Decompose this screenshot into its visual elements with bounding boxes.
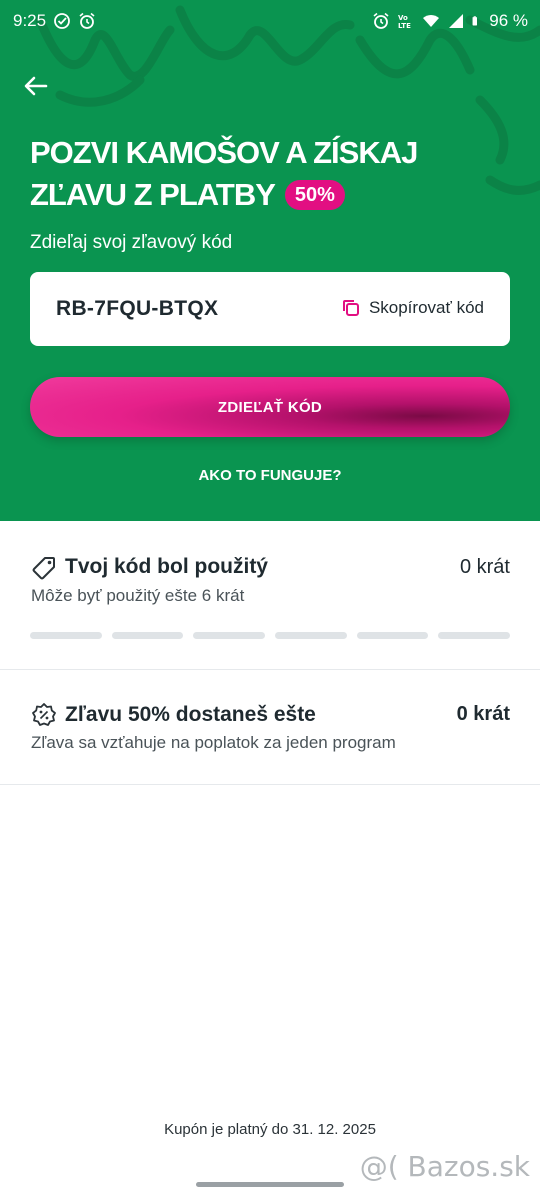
progress-segment [111,632,184,639]
svg-text:Vo: Vo [398,14,408,22]
page-title: POZVI KAMOŠOV A ZÍSKAJ ZĽAVU Z PLATBY 50… [30,132,510,216]
status-time: 9:25 [13,11,47,30]
copy-code-label: Skopírovať kód [368,298,484,317]
progress-segment [30,632,102,639]
battery-percent: 96 % [489,11,528,30]
title-line-2: ZĽAVU Z PLATBY [30,177,276,212]
svg-text:LTE: LTE [398,22,411,30]
status-bar: 9:25 Vo LTE 96 % [0,0,540,44]
discount-remaining-subtitle: Zľava sa vzťahuje na poplatok za jeden p… [31,733,396,752]
home-indicator[interactable] [196,1182,344,1187]
progress-segment [356,632,429,639]
discount-remaining-section: Zľavu 50% dostaneš ešte 0 krát Zľava sa … [0,670,540,785]
check-circle-icon [54,13,70,29]
alarm-icon [373,12,389,29]
progress-segment [438,632,511,639]
discount-remaining-count: 0 krát [456,703,510,725]
coupon-validity: Kupón je platný do 31. 12. 2025 [164,1121,376,1138]
progress-segment [193,632,266,639]
usage-progress-bar [30,632,511,639]
referral-code-card: RB-7FQU-BTQX Skopírovať kód [30,272,510,346]
volte-icon: Vo LTE [398,14,411,30]
code-usage-title: Tvoj kód bol použitý [65,555,268,578]
referral-code: RB-7FQU-BTQX [56,297,219,320]
progress-segment [275,632,347,639]
title-line-1: POZVI KAMOŠOV A ZÍSKAJ [30,135,418,170]
wifi-icon [423,15,440,27]
how-it-works-link[interactable]: AKO TO FUNGUJE? [0,467,540,484]
back-button[interactable] [20,72,52,100]
code-usage-subtitle: Môže byť použitý ešte 6 krát [31,586,245,605]
discount-badge-icon [32,703,56,726]
copy-code-button[interactable]: Skopírovať kód [341,298,484,318]
alarm-icon [79,12,95,29]
code-usage-count: 0 krát [459,556,510,578]
signal-icon [449,14,464,28]
copy-icon [342,300,359,316]
share-code-button[interactable]: ZDIEĽAŤ KÓD [30,377,510,437]
battery-icon [472,16,478,26]
discount-percent-badge: 50% [284,180,345,210]
code-usage-section: Tvoj kód bol použitý 0 krát Môže byť pou… [0,521,540,670]
share-subtitle: Zdieľaj svoj zľavový kód [30,232,233,253]
watermark: @( Bazos.sk [359,1150,530,1183]
share-code-label: ZDIEĽAŤ KÓD [217,398,323,416]
tag-icon [32,557,55,580]
arrow-left-icon [24,76,48,96]
discount-remaining-title: Zľavu 50% dostaneš ešte [65,703,316,726]
hero-panel: 9:25 Vo LTE 96 % POZVI KAMOŠOV A ZÍSKAJ … [0,0,540,521]
